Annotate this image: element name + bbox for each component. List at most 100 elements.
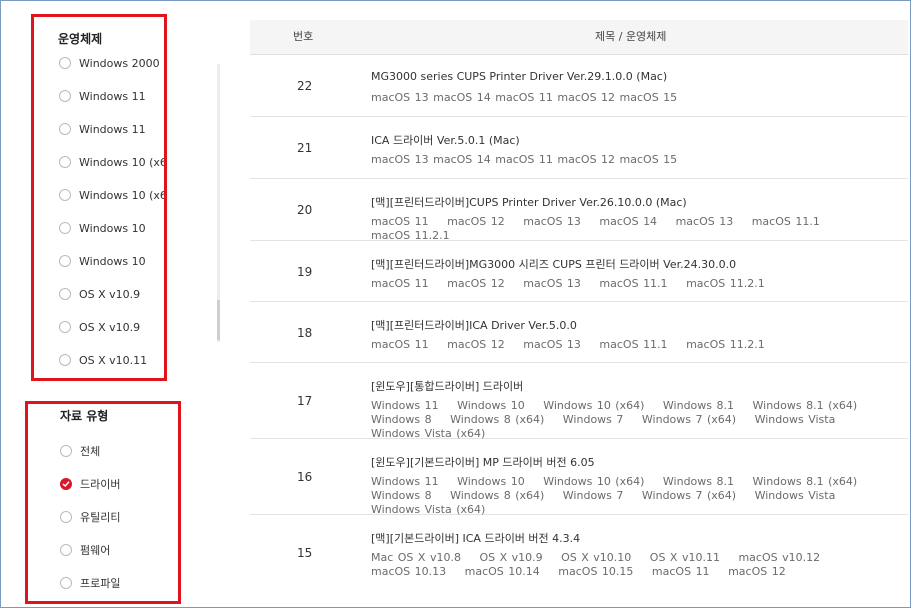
os-tag: macOS 11.2.1: [686, 338, 765, 351]
os-tag: Windows 10: [457, 475, 525, 488]
os-option-label: Windows 10: [79, 221, 146, 235]
header-number: 번호: [293, 30, 314, 43]
type-option-label: 펌웨어: [80, 544, 111, 557]
row-os-list: macOS 13 macOS 14 macOS 11 macOS 12 macO…: [371, 153, 891, 167]
type-option-utility[interactable]: 유틸리티: [60, 508, 120, 526]
os-list-scroll-thumb[interactable]: [217, 300, 220, 340]
type-option-all[interactable]: 전체: [60, 442, 100, 460]
row-number: 21: [297, 141, 313, 155]
os-option-label: OS X v10.9: [79, 287, 141, 301]
os-option-windows-11[interactable]: Windows 11: [59, 120, 146, 138]
os-tag: macOS 13: [523, 277, 581, 290]
row-os-list: macOS 11 macOS 12 macOS 13 macOS 14 macO…: [371, 215, 891, 243]
row-title-link[interactable]: [맥][프린터드라이버]ICA Driver Ver.5.0.0: [371, 317, 577, 333]
os-option-label: Windows 10: [79, 254, 146, 268]
os-tag: Windows 8: [371, 489, 432, 502]
radio-icon[interactable]: [59, 57, 71, 69]
row-title-link[interactable]: [맥][기본드라이버] ICA 드라이버 버전 4.3.4: [371, 530, 580, 546]
download-table: 번호 제목 / 운영체제 22 MG3000 series CUPS Print…: [250, 20, 908, 595]
os-option-label: Windows 11: [79, 122, 146, 136]
row-number: 16: [297, 470, 313, 484]
row-title-link[interactable]: [맥][프린터드라이버]CUPS Printer Driver Ver.26.1…: [371, 194, 687, 210]
radio-icon[interactable]: [60, 511, 72, 523]
os-option-windows-10[interactable]: Windows 10: [59, 219, 146, 237]
os-option-label: OS X v10.9: [79, 320, 141, 334]
os-option-windows-11[interactable]: Windows 11: [59, 87, 146, 105]
os-tag: macOS 12: [447, 215, 505, 228]
radio-icon[interactable]: [59, 354, 71, 366]
radio-icon[interactable]: [60, 577, 72, 589]
radio-icon[interactable]: [59, 321, 71, 333]
row-os-list: Mac OS X v10.8 OS X v10.9 OS X v10.10 OS…: [371, 551, 891, 579]
radio-icon[interactable]: [59, 222, 71, 234]
os-tag: Windows 7 (x64): [641, 413, 737, 426]
os-tag: Windows 8: [371, 413, 432, 426]
radio-icon[interactable]: [59, 156, 71, 168]
radio-icon[interactable]: [60, 544, 72, 556]
row-title-link[interactable]: MG3000 series CUPS Printer Driver Ver.29…: [371, 70, 667, 83]
os-option-windows-10[interactable]: Windows 10: [59, 252, 146, 270]
table-row[interactable]: 20 [맥][프린터드라이버]CUPS Printer Driver Ver.2…: [250, 179, 908, 243]
os-tag: macOS v10.12: [738, 551, 821, 564]
row-title-link[interactable]: [윈도우][통합드라이버] 드라이버: [371, 378, 523, 394]
radio-icon[interactable]: [59, 288, 71, 300]
os-tag: macOS 11: [371, 215, 429, 228]
os-tag: Windows 7: [562, 413, 624, 426]
os-tag: macOS 12: [447, 277, 505, 290]
radio-icon[interactable]: [59, 90, 71, 102]
type-option-driver[interactable]: 드라이버: [60, 475, 120, 493]
os-option-windows-10-x64[interactable]: Windows 10 (x64): [59, 153, 167, 171]
table-row[interactable]: 19 [맥][프린터드라이버]MG3000 시리즈 CUPS 프린터 드라이버 …: [250, 241, 908, 302]
row-title-link[interactable]: [윈도우][기본드라이버] MP 드라이버 버전 6.05: [371, 454, 595, 470]
os-option-label: Windows 11: [79, 89, 146, 103]
radio-icon[interactable]: [59, 189, 71, 201]
row-os-list: Windows 11 Windows 10 Windows 10 (x64) W…: [371, 475, 891, 517]
os-tag: Windows 7: [562, 489, 624, 502]
row-os-list: macOS 11 macOS 12 macOS 13 macOS 11.1 ma…: [371, 338, 891, 352]
header-title-os: 제목 / 운영체제: [595, 30, 667, 43]
os-tag: macOS 11.1: [751, 215, 820, 228]
row-number: 20: [297, 203, 313, 217]
os-tag: macOS 13: [523, 338, 581, 351]
row-number: 18: [297, 326, 313, 340]
os-tag: Windows 8 (x64): [450, 489, 545, 502]
os-option-label: Windows 2000: [79, 56, 160, 70]
table-row[interactable]: 21 ICA 드라이버 Ver.5.0.1 (Mac) macOS 13 mac…: [250, 117, 908, 179]
os-filter-panel: 운영체제 Windows 2000 Windows 11 Windows 11 …: [31, 14, 167, 381]
os-option-label: Windows 10 (x64): [79, 188, 167, 202]
os-tag: macOS 13 macOS 14 macOS 11 macOS 12 macO…: [371, 91, 678, 104]
table-row[interactable]: 15 [맥][기본드라이버] ICA 드라이버 버전 4.3.4 Mac OS …: [250, 515, 908, 595]
row-title-link[interactable]: [맥][프린터드라이버]MG3000 시리즈 CUPS 프린터 드라이버 Ver…: [371, 256, 736, 272]
os-tag: Windows 11: [371, 399, 439, 412]
os-option-osx-v10-9[interactable]: OS X v10.9: [59, 285, 140, 303]
os-option-windows-2000[interactable]: Windows 2000: [59, 54, 160, 72]
os-tag: macOS 11: [371, 277, 429, 290]
os-option-windows-10-x64[interactable]: Windows 10 (x64): [59, 186, 167, 204]
row-title-link[interactable]: ICA 드라이버 Ver.5.0.1 (Mac): [371, 132, 520, 148]
os-option-osx-v10-11[interactable]: OS X v10.11: [59, 351, 147, 369]
table-header: 번호 제목 / 운영체제: [250, 20, 908, 55]
os-option-label: Windows 10 (x64): [79, 155, 167, 169]
os-tag: Windows Vista: [754, 489, 836, 502]
os-tag: macOS 14: [599, 215, 658, 228]
checked-radio-icon[interactable]: [60, 478, 72, 490]
os-option-osx-v10-9[interactable]: OS X v10.9: [59, 318, 140, 336]
table-row[interactable]: 17 [윈도우][통합드라이버] 드라이버 Windows 11 Windows…: [250, 363, 908, 441]
os-filter-title: 운영체제: [58, 32, 103, 46]
os-tag: Windows 10 (x64): [543, 399, 645, 412]
table-row[interactable]: 22 MG3000 series CUPS Printer Driver Ver…: [250, 55, 908, 117]
table-row[interactable]: 16 [윈도우][기본드라이버] MP 드라이버 버전 6.05 Windows…: [250, 439, 908, 517]
os-tag: Windows 10 (x64): [543, 475, 645, 488]
os-tag: OS X v10.10: [561, 551, 632, 564]
radio-icon[interactable]: [60, 445, 72, 457]
radio-icon[interactable]: [59, 123, 71, 135]
row-number: 17: [297, 394, 313, 408]
os-tag: macOS 13 macOS 14 macOS 11 macOS 12 macO…: [371, 153, 678, 166]
radio-icon[interactable]: [59, 255, 71, 267]
row-os-list: Windows 11 Windows 10 Windows 10 (x64) W…: [371, 399, 891, 441]
type-option-firmware[interactable]: 펌웨어: [60, 541, 110, 559]
type-option-profile[interactable]: 프로파일: [60, 574, 120, 592]
table-row[interactable]: 18 [맥][프린터드라이버]ICA Driver Ver.5.0.0 macO…: [250, 302, 908, 363]
os-tag: macOS 13: [675, 215, 734, 228]
os-tag: macOS 10.15: [558, 565, 634, 578]
